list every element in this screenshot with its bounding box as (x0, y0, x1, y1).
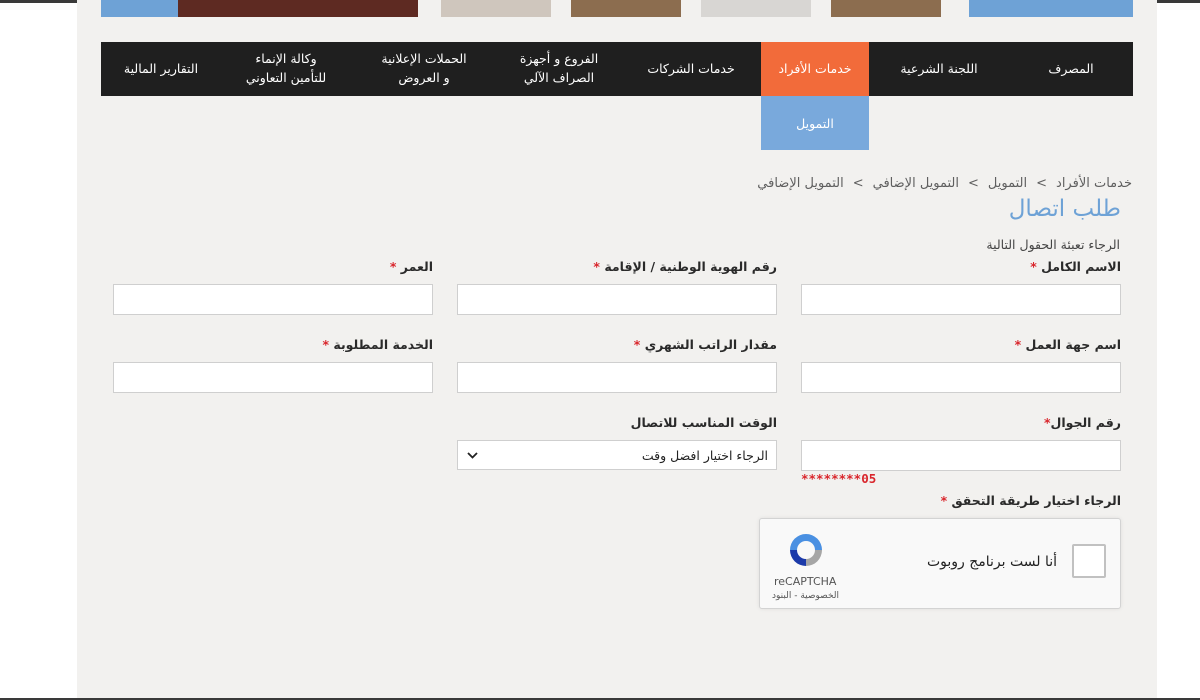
mobile-input[interactable] (801, 440, 1121, 471)
national-id-input[interactable] (457, 284, 777, 315)
recaptcha-links: الخصوصية - البنود (772, 591, 839, 601)
service-input[interactable] (113, 362, 433, 393)
banner-image-strip (571, 0, 681, 17)
submenu-item-financing[interactable]: التمويل (761, 96, 869, 150)
breadcrumb-item[interactable]: خدمات الأفراد (1056, 176, 1132, 191)
banner-image-strip (178, 0, 418, 17)
national-id-label: رقم الهوية الوطنية / الإقامة * (593, 259, 777, 274)
employer-input[interactable] (801, 362, 1121, 393)
full-name-label: الاسم الكامل * (1030, 259, 1121, 274)
required-mark: * (322, 337, 329, 352)
required-mark: * (1030, 259, 1037, 274)
contact-time-selected: الرجاء اختيار افضل وقت (641, 447, 768, 463)
recaptcha-checkbox[interactable] (1072, 544, 1106, 578)
banner-image-strip (101, 0, 178, 17)
nav-item-campaigns-offers[interactable]: الحملات الإعلانية و العروض (351, 42, 497, 96)
contact-time-label: الوقت المناسب للاتصال (630, 415, 777, 430)
required-mark: * (593, 259, 600, 274)
banner-image-strip (701, 0, 811, 17)
banner-image-strip (831, 0, 941, 17)
age-input[interactable] (113, 284, 433, 315)
nav-item-individual-services[interactable]: خدمات الأفراد (761, 42, 869, 96)
nav-item-sharia-committee[interactable]: اللجنة الشرعية (869, 42, 1009, 96)
nav-item-branches-atms[interactable]: الفروع و أجهزة الصراف الآلي (497, 42, 621, 96)
mobile-format-hint: 05******** (801, 471, 877, 486)
nav-item-corporate-services[interactable]: خدمات الشركات (621, 42, 761, 96)
recaptcha-widget: أنا لست برنامج روبوت reCAPTCHA الخصوصية … (759, 518, 1121, 609)
required-mark: * (633, 337, 641, 352)
verification-label: الرجاء اختيار طريقة التحقق * (940, 493, 1121, 508)
breadcrumb-separator: > (968, 176, 979, 191)
recaptcha-links-separator: - (791, 591, 801, 601)
breadcrumb-current: التمويل الإضافي (757, 176, 844, 191)
recaptcha-logo-icon (787, 531, 825, 569)
required-mark: * (1014, 337, 1022, 352)
age-label: العمر * (389, 259, 433, 274)
form-instructions: الرجاء تعبئة الحقول التالية (986, 237, 1120, 252)
employer-label: اسم جهة العمل * (1014, 337, 1121, 352)
breadcrumb-separator: > (1036, 176, 1048, 191)
nav-item-insurance-agency[interactable]: وكالة الإنماء للتأمين التعاوني (221, 42, 351, 96)
salary-label: مقدار الراتب الشهري * (633, 337, 777, 352)
page-title: طلب اتصال (1008, 196, 1121, 222)
full-name-input[interactable] (801, 284, 1121, 315)
breadcrumb-item[interactable]: التمويل الإضافي (873, 176, 959, 191)
nav-item-financial-reports[interactable]: التقارير المالية (101, 42, 221, 96)
nav-item-bank[interactable]: المصرف (1009, 42, 1133, 96)
breadcrumb-item[interactable]: التمويل (988, 176, 1027, 191)
main-navigation: المصرف اللجنة الشرعية خدمات الأفراد خدما… (101, 42, 1133, 96)
banner-image-strip (441, 0, 551, 17)
recaptcha-terms-link[interactable]: البنود (772, 591, 791, 601)
contact-time-select[interactable]: الرجاء اختيار افضل وقت (457, 440, 777, 470)
recaptcha-brand: reCAPTCHA (774, 575, 837, 588)
service-label: الخدمة المطلوبة * (322, 337, 433, 352)
recaptcha-label: أنا لست برنامج روبوت (926, 554, 1057, 570)
required-mark: * (389, 259, 397, 274)
breadcrumb-separator: > (852, 176, 864, 191)
chevron-down-icon (466, 449, 478, 461)
recaptcha-privacy-link[interactable]: الخصوصية (800, 591, 839, 601)
breadcrumb: خدمات الأفراد > التمويل > التمويل الإضافي > ال… (757, 176, 1132, 191)
banner-image-strip (969, 0, 1133, 17)
salary-input[interactable] (457, 362, 777, 393)
mobile-label: رقم الجوال* (1043, 415, 1121, 430)
required-mark: * (940, 493, 948, 508)
